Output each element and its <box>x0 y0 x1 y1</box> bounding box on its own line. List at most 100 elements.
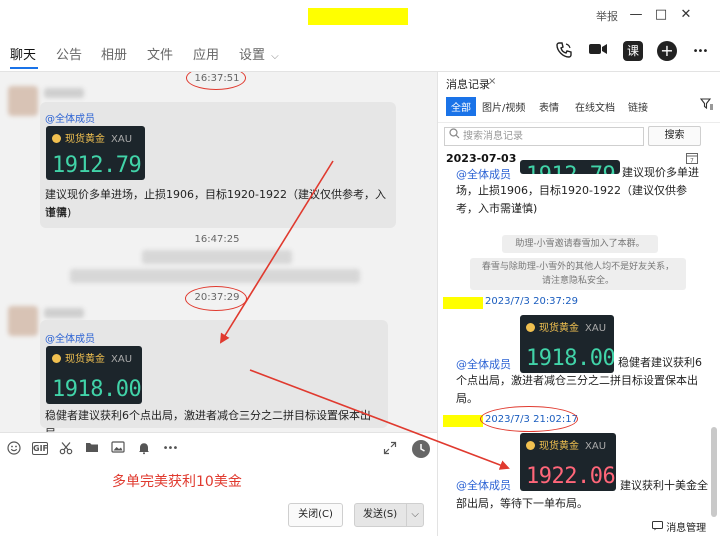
redacted-name-highlight <box>443 297 483 309</box>
gold-coin-icon <box>526 441 535 450</box>
annotation-circle <box>480 406 578 432</box>
mention-all[interactable]: @全体成员 <box>456 477 511 493</box>
message-bubble[interactable]: @全体成员 现货黄金 XAU 1912.79 建议现价多单进场，止损1906，目标… <box>40 102 396 228</box>
gold-price-card[interactable]: 现货黄金 XAU 1912.79 <box>46 126 145 180</box>
search-icon <box>449 128 460 145</box>
add-icon[interactable]: + <box>657 41 677 61</box>
video-call-icon[interactable] <box>587 41 609 63</box>
scrollbar[interactable] <box>711 427 717 517</box>
history-tab-stickers[interactable]: 表情 <box>539 99 559 114</box>
message-manager-button[interactable]: 消息管理 <box>652 519 706 534</box>
message-input-area[interactable]: GIF ••• 多单完美获利10美金 关闭(C) 发送(S) ⌵ <box>0 432 437 536</box>
divider <box>438 122 720 123</box>
active-tab-indicator <box>10 67 38 69</box>
gold-price: 1912.79 <box>526 163 616 174</box>
history-tab-all[interactable]: 全部 <box>446 97 476 116</box>
gold-coin-icon <box>52 354 61 363</box>
tab-announcement[interactable]: 公告 <box>56 44 82 63</box>
mention-all[interactable]: @全体成员 <box>456 356 511 372</box>
tab-settings[interactable]: 设置 ⌵ <box>239 44 279 63</box>
gold-price-card[interactable]: 现货黄金 XAU 1922.06 <box>520 433 616 491</box>
close-history-icon[interactable]: × <box>488 76 496 87</box>
tab-chat[interactable]: 聊天 <box>10 44 36 63</box>
phone-icon[interactable] <box>553 41 575 63</box>
gold-price-card[interactable]: 现货黄金 XAU 1918.00 <box>520 315 614 373</box>
history-message-text: 部出局，等待下一单布局。 <box>456 497 588 510</box>
history-message-text: 个点出局，激进者减仓三分之二拼目标设置保本出 <box>456 374 698 387</box>
sender-name <box>44 88 84 98</box>
history-message-text: 建议现价多单进 <box>622 166 699 179</box>
history-tab-media[interactable]: 图片/视频 <box>482 99 525 114</box>
card-header: 现货黄金 XAU <box>526 319 606 334</box>
maximize-button[interactable]: □ <box>652 6 670 24</box>
tab-apps[interactable]: 应用 <box>193 44 219 63</box>
search-placeholder: 搜索消息记录 <box>463 131 523 142</box>
tab-files[interactable]: 文件 <box>147 44 173 63</box>
history-date: 2023-07-03 <box>446 152 517 165</box>
bell-icon[interactable] <box>136 441 152 457</box>
message-text: 建议现价多单进场，止损1906，目标1920-1922（建议仅供参考，入市需 <box>45 188 386 219</box>
gold-price: 1912.79 <box>52 153 142 178</box>
folder-icon[interactable] <box>84 441 100 457</box>
card-header: 现货黄金 XAU <box>526 437 606 452</box>
system-notice: 助理-小雪邀请春雪加入了本群。 <box>502 235 658 253</box>
image-icon[interactable] <box>110 441 126 457</box>
mention-all[interactable]: @全体成员 <box>456 166 511 182</box>
redacted-title-highlight <box>308 8 408 25</box>
more-icon[interactable]: ••• <box>689 41 711 63</box>
gold-price-card[interactable]: 1912.79 <box>520 160 620 174</box>
chat-message-area[interactable]: 16:37:51 @全体成员 现货黄金 XAU 1912.79 建议现价多单进场，… <box>0 72 437 432</box>
sender-name <box>44 308 84 318</box>
gold-coin-icon <box>526 323 535 332</box>
system-notice <box>70 269 360 283</box>
emoji-icon[interactable] <box>6 441 22 457</box>
chevron-down-icon: ⌵ <box>271 51 279 62</box>
gif-icon[interactable]: GIF <box>32 442 48 455</box>
scissors-icon[interactable] <box>58 441 74 457</box>
close-window-button[interactable]: ✕ <box>677 6 695 24</box>
history-clock-icon[interactable] <box>411 439 431 459</box>
message-bubble[interactable]: @全体成员 现货黄金 XAU 1918.00 稳健者建议获利6个点出局，激进者减仓… <box>40 320 388 432</box>
history-search-button[interactable]: 搜索 <box>648 126 701 146</box>
minimize-button[interactable]: — <box>627 6 645 24</box>
history-tab-links[interactable]: 链接 <box>628 99 648 114</box>
history-message-text: 考，入市需谨慎) <box>456 202 538 215</box>
title-bar: 举报 — □ ✕ <box>0 0 720 32</box>
gold-price: 1918.00 <box>52 377 142 402</box>
avatar[interactable] <box>8 306 38 336</box>
message-text-line2: 谨慎) <box>45 206 72 219</box>
history-message-text: 稳健者建议获利6 <box>618 356 702 369</box>
report-button[interactable]: 举报 <box>596 8 618 24</box>
history-message-text: 场，止损1906，目标1920-1922（建议仅供参 <box>456 184 687 197</box>
classroom-icon[interactable]: 课 <box>623 41 643 61</box>
card-header: 现货黄金 XAU <box>52 350 132 365</box>
filter-icon[interactable] <box>699 98 714 113</box>
annotation-circle <box>185 286 247 311</box>
history-message-text: 局。 <box>456 392 478 405</box>
avatar[interactable] <box>8 86 38 116</box>
history-tabs: 全部 图片/视频 表情 在线文档 链接 <box>438 94 720 118</box>
timestamp: 16:47:25 <box>194 234 240 245</box>
mention-all[interactable]: @全体成员 <box>45 330 95 345</box>
group-chat-window: 举报 — □ ✕ 聊天 公告 相册 文件 应用 设置 ⌵ 课 + ••• 16:… <box>0 0 720 536</box>
history-search-input[interactable]: 搜索消息记录 <box>444 127 644 146</box>
system-notice: 春雪与除助理-小雪外的其他人均不是好友关系， 请注意隐私安全。 <box>470 258 686 290</box>
tab-album[interactable]: 相册 <box>101 44 127 63</box>
history-tab-docs[interactable]: 在线文档 <box>575 99 615 114</box>
history-message-text: 建议获利十美金全 <box>620 479 708 492</box>
mention-all[interactable]: @全体成员 <box>45 110 95 125</box>
more-tools-icon[interactable]: ••• <box>162 441 179 457</box>
send-button[interactable]: 发送(S) ⌵ <box>354 503 424 527</box>
message-manager-icon <box>652 521 666 534</box>
gold-price: 1922.06 <box>526 464 616 489</box>
message-time: 2023/7/3 20:37:29 <box>485 296 579 307</box>
gold-price-card[interactable]: 现货黄金 XAU 1918.00 <box>46 346 142 404</box>
message-text: 稳健者建议获利6个点出局，激进者减仓三分之二拼目标设置保本出局。 <box>45 409 371 432</box>
message-history-panel: 消息记录 × 全部 图片/视频 表情 在线文档 链接 搜索消息记录 搜索 202… <box>437 72 720 536</box>
expand-icon[interactable] <box>382 441 398 457</box>
card-header: 现货黄金 XAU <box>52 130 132 145</box>
send-options-chevron-icon[interactable]: ⌵ <box>406 504 419 526</box>
redacted-name-highlight <box>443 415 483 427</box>
close-button[interactable]: 关闭(C) <box>288 503 343 527</box>
send-button-label: 发送(S) <box>363 509 398 520</box>
